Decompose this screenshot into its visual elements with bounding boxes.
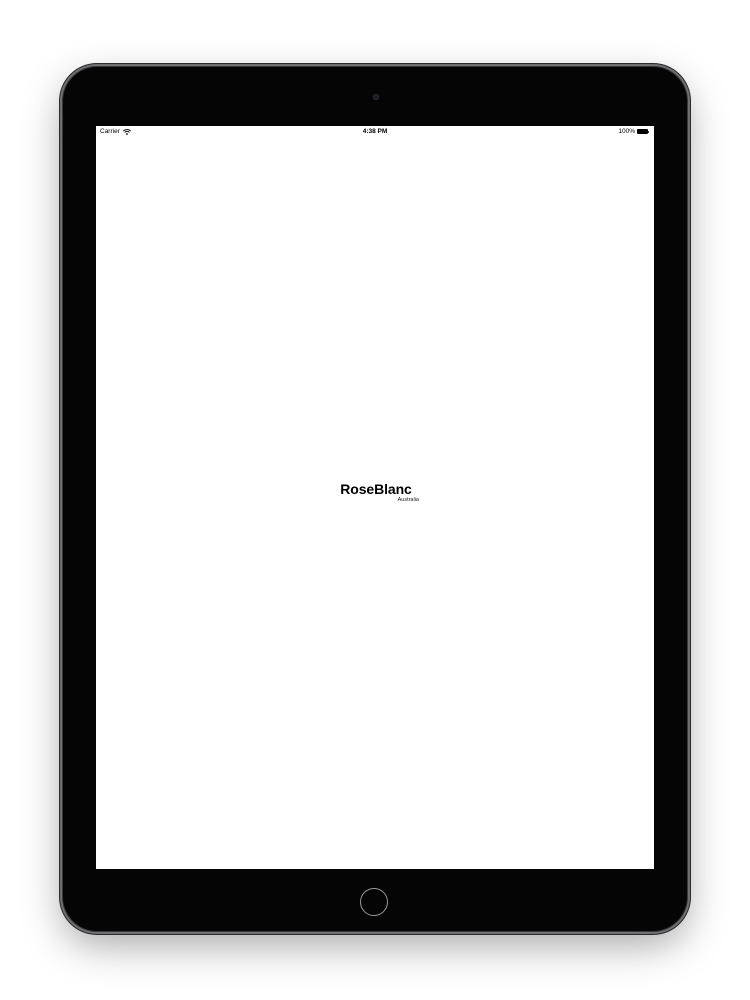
battery-percent: 100% bbox=[618, 128, 635, 135]
status-time: 4:38 PM bbox=[362, 128, 388, 135]
status-bar: Carrier 4:38 PM 100% bbox=[96, 126, 654, 138]
front-camera bbox=[373, 94, 379, 100]
app-logo: RoseBlanc Australia bbox=[331, 481, 421, 503]
battery-icon bbox=[637, 129, 650, 134]
app-screen: Carrier 4:38 PM 100% RoseBlanc Australia bbox=[96, 126, 654, 869]
status-right: 100% bbox=[618, 128, 650, 135]
logo-wordmark: RoseBlanc bbox=[340, 481, 412, 497]
ipad-device: Carrier 4:38 PM 100% RoseBlanc Australia bbox=[63, 67, 687, 931]
home-button[interactable] bbox=[360, 888, 388, 916]
logo-region: Australia bbox=[397, 497, 419, 503]
